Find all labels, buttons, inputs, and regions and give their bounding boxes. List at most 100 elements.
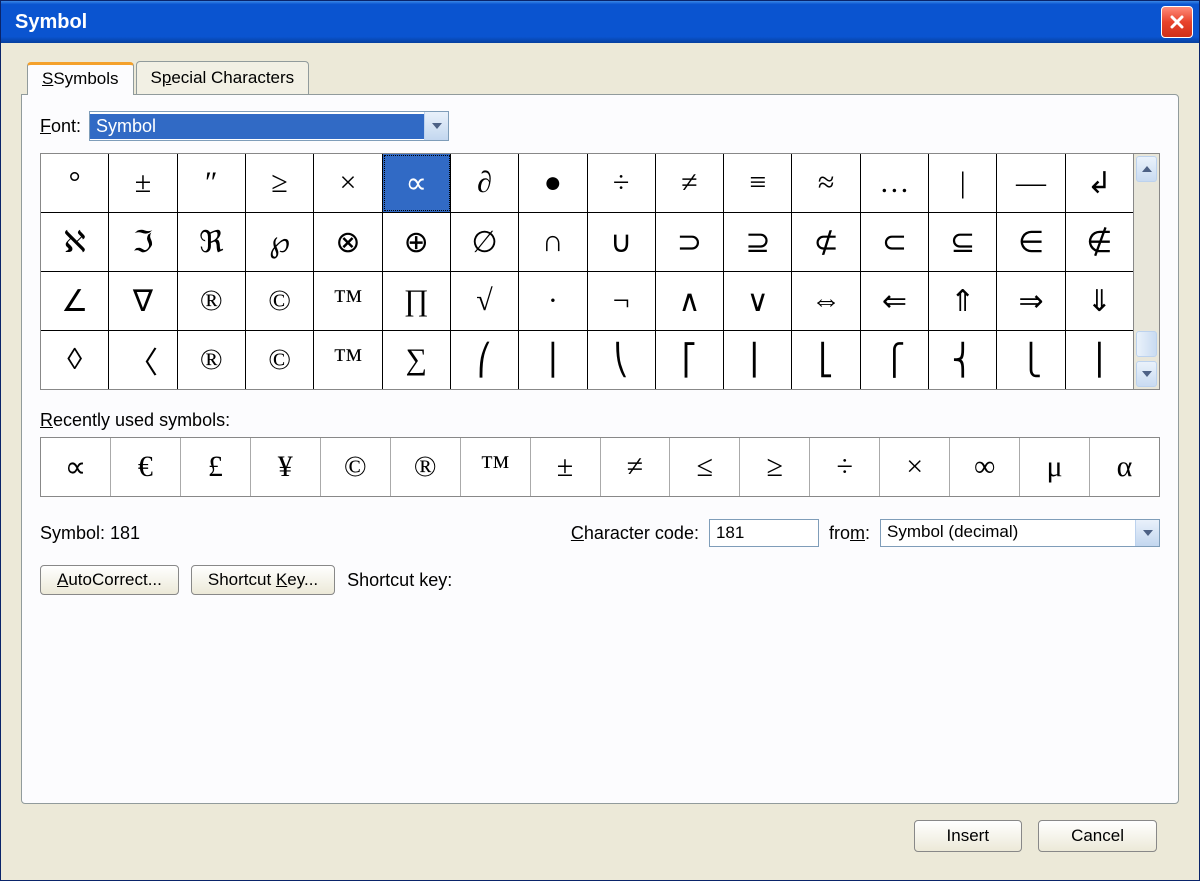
char-code-input[interactable] <box>709 519 819 547</box>
symbol-cell[interactable]: ℑ <box>109 213 177 271</box>
recent-symbols-grid[interactable]: ∝€£¥©®™±≠≤≥÷×∞μα <box>40 437 1160 497</box>
symbol-cell[interactable]: ↲ <box>1066 154 1133 212</box>
from-select[interactable]: Symbol (decimal) <box>880 519 1160 547</box>
recent-symbol-cell[interactable]: £ <box>181 438 251 496</box>
symbol-cell[interactable]: ⎪ <box>519 331 587 389</box>
symbol-cell[interactable]: ⎡ <box>656 331 724 389</box>
symbol-cell[interactable]: ◊ <box>41 331 109 389</box>
symbol-cell[interactable]: ∉ <box>1066 213 1133 271</box>
symbol-cell[interactable]: ⊄ <box>792 213 860 271</box>
symbol-cell[interactable]: ⇒ <box>997 272 1065 330</box>
symbol-cell[interactable]: ℵ <box>41 213 109 271</box>
recent-symbol-cell[interactable]: α <box>1090 438 1159 496</box>
recent-symbol-cell[interactable]: © <box>321 438 391 496</box>
symbol-cell[interactable]: ⇓ <box>1066 272 1133 330</box>
recent-symbol-cell[interactable]: ™ <box>461 438 531 496</box>
symbol-cell[interactable]: ⎝ <box>588 331 656 389</box>
symbol-cell[interactable]: ≡ <box>724 154 792 212</box>
symbol-cell[interactable]: · <box>519 272 587 330</box>
symbol-cell[interactable]: ≥ <box>246 154 314 212</box>
symbol-cell[interactable]: ⎛ <box>451 331 519 389</box>
cancel-button[interactable]: Cancel <box>1038 820 1157 852</box>
scroll-down-button[interactable] <box>1136 361 1157 387</box>
symbol-cell[interactable]: ≠ <box>656 154 724 212</box>
symbol-grid-scrollbar[interactable] <box>1134 153 1160 390</box>
symbol-cell[interactable]: ∑ <box>383 331 451 389</box>
symbol-cell[interactable]: © <box>246 331 314 389</box>
recent-symbol-cell[interactable]: ® <box>391 438 461 496</box>
symbol-cell[interactable]: ∈ <box>997 213 1065 271</box>
symbol-cell[interactable]: × <box>314 154 382 212</box>
symbol-cell[interactable]: ℜ <box>178 213 246 271</box>
recent-symbol-cell[interactable]: ≠ <box>601 438 671 496</box>
symbol-cell[interactable]: ∨ <box>724 272 792 330</box>
symbol-cell[interactable]: ⎩ <box>997 331 1065 389</box>
symbol-cell[interactable]: © <box>246 272 314 330</box>
recent-symbol-cell[interactable]: ± <box>531 438 601 496</box>
symbol-cell[interactable]: ∠ <box>41 272 109 330</box>
symbol-cell[interactable]: ∩ <box>519 213 587 271</box>
recent-symbol-cell[interactable]: × <box>880 438 950 496</box>
symbol-cell[interactable]: ⇐ <box>861 272 929 330</box>
symbol-cell[interactable]: ⊃ <box>656 213 724 271</box>
symbol-cell[interactable]: ® <box>178 331 246 389</box>
symbol-cell[interactable]: ∇ <box>109 272 177 330</box>
recent-symbol-cell[interactable]: ≥ <box>740 438 810 496</box>
recent-symbol-cell[interactable]: μ <box>1020 438 1090 496</box>
shortcut-key-button[interactable]: Shortcut Key... <box>191 565 335 595</box>
tab-symbols[interactable]: SSymbols <box>27 62 134 95</box>
recent-symbol-cell[interactable]: ÷ <box>810 438 880 496</box>
symbol-cell[interactable]: … <box>861 154 929 212</box>
symbol-cell[interactable]: ∧ <box>656 272 724 330</box>
font-select[interactable]: Symbol <box>89 111 449 141</box>
symbol-cell[interactable]: ⎨ <box>929 331 997 389</box>
scroll-track[interactable] <box>1134 184 1159 359</box>
symbol-cell[interactable]: √ <box>451 272 519 330</box>
symbol-cell[interactable]: ⊆ <box>929 213 997 271</box>
recent-symbol-cell[interactable]: ∝ <box>41 438 111 496</box>
scroll-up-button[interactable] <box>1136 156 1157 182</box>
font-dropdown-button[interactable] <box>424 112 448 140</box>
symbol-grid[interactable]: °±″≥×∝∂●÷≠≡≈…|—↲ ℵℑℜ℘⊗⊕∅∩∪⊃⊇⊄⊂⊆∈∉ ∠∇®©™∏√·… <box>40 153 1134 390</box>
symbol-cell[interactable]: ⊇ <box>724 213 792 271</box>
symbol-cell[interactable]: ∏ <box>383 272 451 330</box>
symbol-cell[interactable]: | <box>929 154 997 212</box>
from-dropdown-button[interactable] <box>1135 520 1159 546</box>
symbol-cell[interactable]: 〈 <box>109 331 177 389</box>
tab-special-characters[interactable]: Special Characters <box>136 61 310 94</box>
symbol-cell[interactable]: ⎧ <box>861 331 929 389</box>
symbol-cell[interactable]: ⎣ <box>792 331 860 389</box>
symbol-cell[interactable]: ∪ <box>588 213 656 271</box>
symbol-cell[interactable]: ∝ <box>383 154 451 212</box>
recent-symbol-cell[interactable]: ∞ <box>950 438 1020 496</box>
symbol-cell[interactable]: ¬ <box>588 272 656 330</box>
symbol-cell[interactable]: ÷ <box>588 154 656 212</box>
symbol-cell[interactable]: ⎪ <box>1066 331 1133 389</box>
symbol-cell[interactable]: ⊗ <box>314 213 382 271</box>
symbol-cell[interactable]: — <box>997 154 1065 212</box>
scroll-thumb[interactable] <box>1136 331 1157 357</box>
symbol-cell[interactable]: ™ <box>314 331 382 389</box>
symbol-cell[interactable]: ⊕ <box>383 213 451 271</box>
symbol-cell[interactable]: ″ <box>178 154 246 212</box>
symbol-cell[interactable]: ⇔ <box>792 272 860 330</box>
recent-symbol-cell[interactable]: ¥ <box>251 438 321 496</box>
symbol-cell[interactable]: ™ <box>314 272 382 330</box>
symbol-cell[interactable]: ° <box>41 154 109 212</box>
symbol-cell[interactable]: ⊂ <box>861 213 929 271</box>
recent-symbol-cell[interactable]: ≤ <box>670 438 740 496</box>
from-value: Symbol (decimal) <box>881 520 1135 546</box>
symbol-cell[interactable]: ⎢ <box>724 331 792 389</box>
autocorrect-button[interactable]: AutoCorrect... <box>40 565 179 595</box>
symbol-cell[interactable]: ∂ <box>451 154 519 212</box>
symbol-cell[interactable]: ≈ <box>792 154 860 212</box>
insert-button[interactable]: Insert <box>914 820 1023 852</box>
symbol-cell[interactable]: ● <box>519 154 587 212</box>
symbol-cell[interactable]: ± <box>109 154 177 212</box>
symbol-cell[interactable]: ℘ <box>246 213 314 271</box>
close-button[interactable] <box>1161 6 1193 38</box>
recent-symbol-cell[interactable]: € <box>111 438 181 496</box>
symbol-cell[interactable]: ⇑ <box>929 272 997 330</box>
symbol-cell[interactable]: ∅ <box>451 213 519 271</box>
symbol-cell[interactable]: ® <box>178 272 246 330</box>
